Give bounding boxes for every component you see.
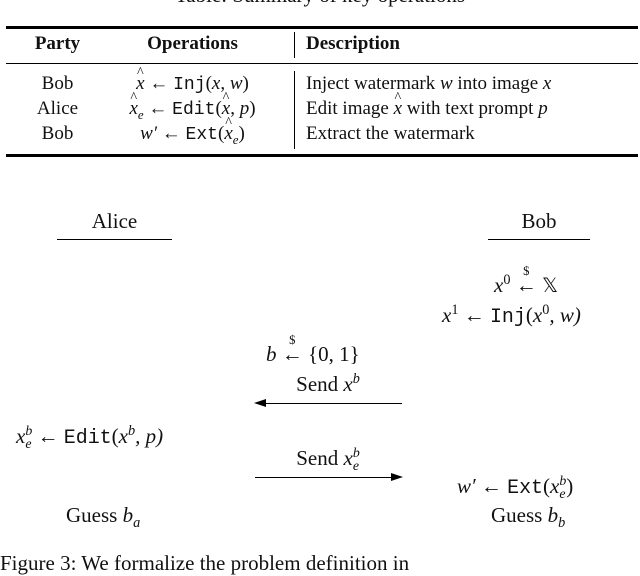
- table-bottom-rule: [6, 154, 638, 157]
- alice-underline: [57, 239, 172, 241]
- send-xb-label: Send xb: [296, 371, 360, 396]
- alice-guess: Guess ba: [66, 503, 141, 532]
- sample-b: b $ ← {0, 1}: [266, 332, 360, 366]
- header-operations: Operations: [147, 33, 238, 54]
- arrow-line: [262, 403, 402, 405]
- bob-label: Bob: [521, 209, 557, 233]
- bob-extract: w′ ← Ext(x b e): [457, 472, 574, 501]
- table-caption: Table: Summary of key operations: [0, 0, 640, 8]
- description-cell: Extract the watermark: [306, 123, 475, 144]
- table-header-rule: [6, 63, 638, 65]
- arrowhead-right-icon: [391, 473, 403, 481]
- table-top-rule: [6, 26, 638, 29]
- party-cell: Bob: [41, 123, 74, 144]
- table-column-divider: [294, 71, 296, 149]
- bob-sample-x0: x0 $ ← 𝕏: [494, 263, 559, 297]
- bob-guess: Guess bb: [491, 503, 566, 532]
- send-xeb-label: Send xbe: [296, 444, 360, 473]
- alice-label: Alice: [91, 209, 138, 233]
- description-cell: Inject watermark w into image x: [306, 73, 552, 94]
- arrow-line: [255, 477, 393, 479]
- party-cell: Bob: [41, 73, 74, 94]
- operation-cell: w′ ← Ext(xe): [100, 123, 285, 146]
- arrowhead-left-icon: [254, 399, 266, 407]
- operation-cell: x ← Inj(x, w): [100, 73, 285, 95]
- header-description: Description: [306, 33, 400, 54]
- figure-caption: Figure 3: We formalize the problem defin…: [0, 551, 410, 575]
- party-cell: Alice: [36, 98, 79, 119]
- alice-edit: xbe ← Edit(xb, p): [16, 422, 164, 451]
- bob-underline: [488, 239, 590, 241]
- operation-cell: xe ← Edit(x, p): [100, 98, 285, 121]
- description-cell: Edit image x with text prompt p: [306, 98, 548, 120]
- table-column-divider: [294, 32, 296, 58]
- bob-inject-x1: x1 ← Inj(x0, w): [442, 302, 581, 328]
- header-party: Party: [34, 33, 81, 54]
